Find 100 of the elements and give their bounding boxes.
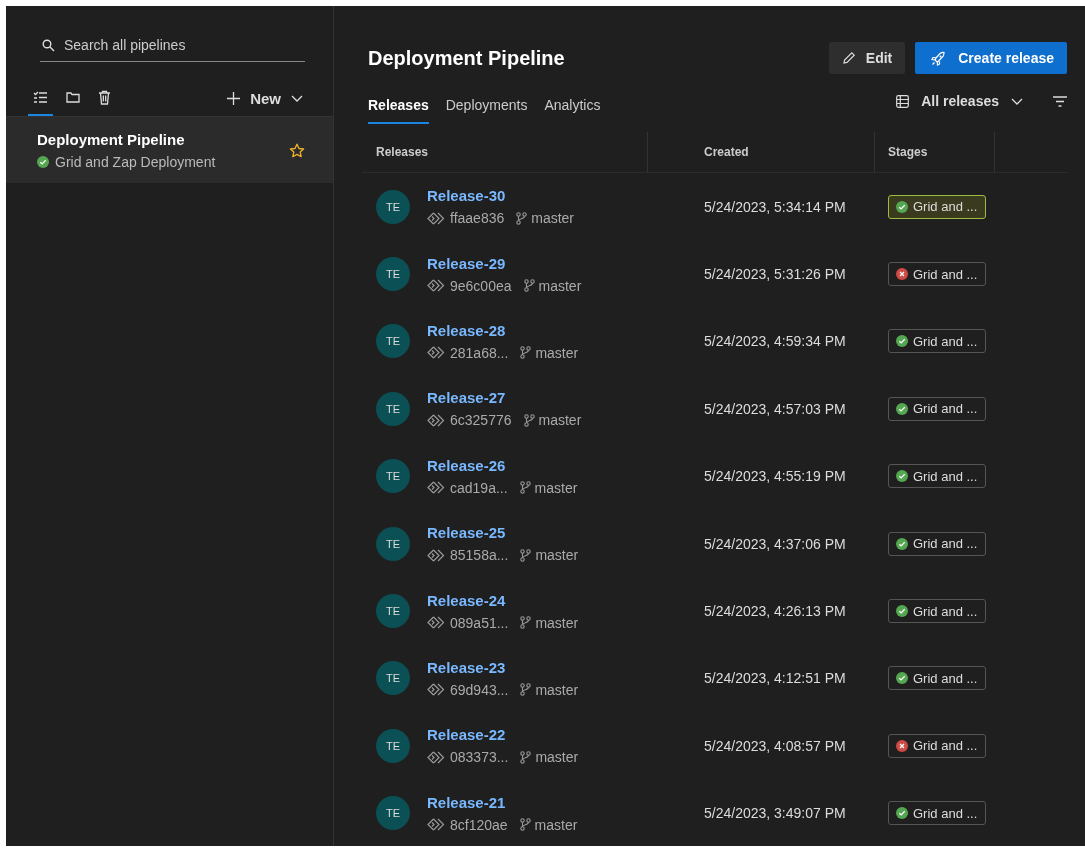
column-header: Releases	[362, 132, 648, 172]
created-date: 5/24/2023, 3:49:07 PM	[703, 805, 847, 822]
stage-badge[interactable]: Grid and ...	[888, 599, 986, 624]
release-link[interactable]: Release-30	[427, 187, 506, 205]
commit-icon	[427, 683, 446, 697]
commit-hash: 85158a...	[450, 547, 509, 564]
stage-badge[interactable]: Grid and ...	[888, 733, 986, 758]
commit-hash: 69d943...	[450, 681, 509, 698]
avatar: TE	[376, 594, 410, 629]
branch-icon	[520, 548, 532, 562]
rocket-icon	[931, 50, 947, 66]
release-link[interactable]: Release-27	[427, 389, 506, 407]
created-date: 5/24/2023, 4:57:03 PM	[703, 400, 847, 417]
filter-icon[interactable]	[1053, 95, 1067, 107]
avatar: TE	[376, 391, 410, 426]
branch-icon	[520, 616, 532, 630]
pencil-icon	[841, 51, 856, 65]
commit-hash: 6c325776	[450, 412, 512, 429]
stage-badge[interactable]: Grid and ...	[888, 464, 986, 489]
commit-hash: 083373...	[450, 749, 509, 766]
chevron-down-icon	[291, 94, 303, 102]
created-date: 5/24/2023, 5:34:14 PM	[703, 198, 847, 215]
release-link[interactable]: Release-23	[427, 658, 506, 676]
trash-icon	[98, 89, 111, 105]
stage-badge[interactable]: Grid and ...	[888, 194, 986, 219]
commit-hash: ffaae836	[450, 210, 505, 227]
star-icon[interactable]	[289, 142, 305, 159]
edit-button[interactable]: Edit	[828, 42, 906, 74]
commit-icon	[427, 818, 446, 832]
plus-icon	[227, 91, 241, 105]
branch-name: master	[531, 210, 575, 227]
branch-icon	[519, 481, 531, 495]
avatar: TE	[376, 257, 410, 292]
branch-name: master	[534, 479, 578, 496]
branch-name: master	[535, 614, 579, 631]
commit-icon	[427, 750, 446, 764]
branch-name: master	[534, 816, 578, 833]
avatar: TE	[376, 728, 410, 763]
stage-badge[interactable]: Grid and ...	[888, 262, 986, 287]
created-date: 5/24/2023, 4:26:13 PM	[703, 603, 847, 620]
chevron-down-icon	[1011, 97, 1023, 105]
branch-icon	[520, 683, 532, 697]
commit-hash: 8cf120ae	[450, 816, 508, 833]
folder-icon	[66, 91, 80, 103]
stage-badge[interactable]: Grid and ...	[888, 666, 986, 691]
pipeline-item[interactable]: Deployment Pipeline Grid and Zap Deployment	[6, 117, 333, 183]
avatar: TE	[376, 796, 410, 831]
table-icon	[896, 94, 910, 108]
branch-name: master	[535, 681, 579, 698]
release-link[interactable]: Release-22	[427, 726, 506, 744]
avatar: TE	[376, 324, 410, 359]
release-view-dropdown[interactable]: All releases	[896, 93, 1023, 109]
search-field[interactable]: Search all pipelines	[64, 37, 305, 53]
commit-icon	[427, 211, 446, 225]
stage-badge[interactable]: Grid and ...	[888, 329, 986, 354]
branch-icon	[519, 818, 531, 832]
branch-name: master	[535, 547, 579, 564]
commit-hash: 9e6c00ea	[450, 277, 512, 294]
tab[interactable]: Deployments	[445, 88, 528, 124]
commit-hash: 089a51...	[450, 614, 509, 631]
release-link[interactable]: Release-25	[427, 524, 506, 542]
release-link[interactable]: Release-26	[427, 456, 506, 474]
release-link[interactable]: Release-29	[427, 254, 506, 272]
page-title: Deployment Pipeline	[368, 46, 565, 70]
create-release-button[interactable]: Create release	[915, 42, 1067, 74]
stage-badge[interactable]: Grid and ...	[888, 531, 986, 556]
avatar: TE	[376, 661, 410, 696]
branch-icon	[523, 279, 535, 293]
commit-icon	[427, 616, 446, 630]
search-icon	[42, 38, 55, 52]
avatar: TE	[376, 189, 410, 224]
branch-icon	[520, 346, 532, 360]
created-date: 5/24/2023, 4:08:57 PM	[703, 737, 847, 754]
pipeline-subtitle: Grid and Zap Deployment	[55, 154, 216, 170]
created-date: 5/24/2023, 4:12:51 PM	[703, 670, 847, 687]
stage-badge[interactable]: Grid and ...	[888, 801, 986, 826]
new-button[interactable]: New	[227, 89, 303, 107]
branch-name: master	[535, 749, 579, 766]
commit-icon	[427, 279, 446, 293]
commit-icon	[427, 481, 446, 495]
created-date: 5/24/2023, 4:59:34 PM	[703, 333, 847, 350]
created-date: 5/24/2023, 4:37:06 PM	[703, 535, 847, 552]
release-link[interactable]: Release-21	[427, 793, 506, 811]
commit-icon	[427, 548, 446, 562]
avatar: TE	[376, 526, 410, 561]
branch-name: master	[538, 277, 582, 294]
branch-icon	[516, 211, 528, 225]
created-date: 5/24/2023, 5:31:26 PM	[703, 266, 847, 283]
release-link[interactable]: Release-24	[427, 591, 506, 609]
tab[interactable]: Analytics	[544, 88, 601, 124]
avatar: TE	[376, 459, 410, 494]
tab[interactable]: Releases	[368, 88, 429, 124]
list-icon	[33, 90, 48, 104]
column-header: Stages	[875, 132, 995, 172]
commit-icon	[427, 346, 446, 360]
commit-hash: cad19a...	[450, 479, 508, 496]
release-link[interactable]: Release-28	[427, 321, 506, 339]
stage-badge[interactable]: Grid and ...	[888, 396, 986, 421]
created-date: 5/24/2023, 4:55:19 PM	[703, 468, 847, 485]
branch-icon	[523, 413, 535, 427]
